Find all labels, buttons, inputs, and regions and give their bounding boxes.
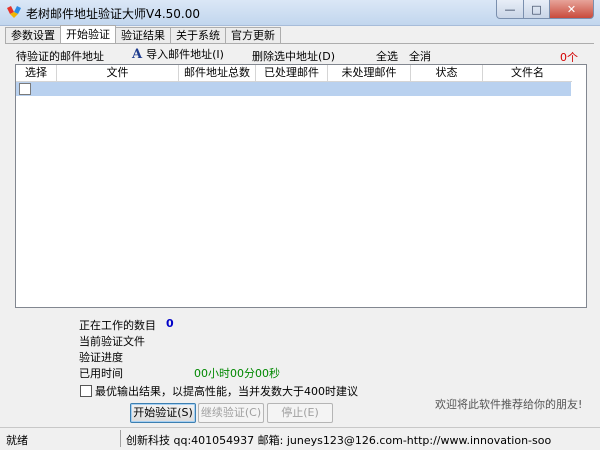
optimal-output-label[interactable]: 最优输出结果，以提高性能，当并发数大于400时建议 bbox=[95, 383, 358, 399]
import-icon: A bbox=[132, 46, 143, 62]
recommend-text: 欢迎将此软件推荐给你的朋友! bbox=[435, 398, 583, 411]
column-header-select[interactable]: 选择 bbox=[16, 65, 57, 81]
resume-verify-button[interactable]: 继续验证(C) bbox=[198, 403, 264, 423]
optimal-output-checkbox[interactable] bbox=[80, 385, 92, 397]
progress-label: 验证进度 bbox=[79, 351, 123, 364]
start-verify-button[interactable]: 开始验证(S) bbox=[130, 403, 196, 423]
window-title: 老树邮件地址验证大师V4.50.00 bbox=[26, 7, 201, 21]
tab-settings[interactable]: 参数设置 bbox=[5, 27, 61, 43]
table-row[interactable] bbox=[16, 82, 571, 96]
email-file-table[interactable]: 选择 文件 邮件地址总数 已处理邮件 未处理邮件 状态 文件名 bbox=[15, 64, 587, 308]
select-all-button[interactable]: 全选 bbox=[376, 48, 398, 64]
maximize-icon: □ bbox=[531, 2, 542, 16]
status-credit: 创新科技 qq:401054937 邮箱: juneys123@126.com-… bbox=[126, 434, 552, 447]
maximize-button[interactable]: □ bbox=[524, 0, 550, 19]
table-header: 选择 文件 邮件地址总数 已处理邮件 未处理邮件 状态 文件名 bbox=[16, 65, 572, 82]
title-bar[interactable]: 老树邮件地址验证大师V4.50.00 — □ ✕ bbox=[0, 0, 600, 26]
column-header-unprocessed[interactable]: 未处理邮件 bbox=[328, 65, 411, 81]
status-ready: 就绪 bbox=[6, 434, 28, 447]
row-checkbox[interactable] bbox=[19, 83, 31, 95]
main-window: 老树邮件地址验证大师V4.50.00 — □ ✕ 参数设置 开始验证 验证结果 … bbox=[0, 0, 600, 450]
column-header-filename[interactable]: 文件名 bbox=[483, 65, 572, 81]
status-separator bbox=[120, 430, 121, 447]
import-emails-button[interactable]: A 导入邮件地址(I) bbox=[132, 46, 224, 62]
column-header-status[interactable]: 状态 bbox=[411, 65, 483, 81]
elapsed-time-value: 00小时00分00秒 bbox=[194, 367, 280, 380]
tab-about[interactable]: 关于系统 bbox=[170, 27, 226, 43]
working-count-value: 0 bbox=[166, 317, 174, 330]
delete-selected-button[interactable]: 删除选中地址(D) bbox=[252, 48, 335, 64]
tab-results[interactable]: 验证结果 bbox=[115, 27, 171, 43]
column-header-file[interactable]: 文件 bbox=[57, 65, 179, 81]
current-file-label: 当前验证文件 bbox=[79, 335, 145, 348]
pending-emails-label: 待验证的邮件地址 bbox=[16, 50, 104, 63]
close-button[interactable]: ✕ bbox=[550, 0, 594, 19]
app-logo-icon bbox=[7, 6, 21, 18]
column-header-processed[interactable]: 已处理邮件 bbox=[256, 65, 328, 81]
tab-updates[interactable]: 官方更新 bbox=[225, 27, 281, 43]
close-icon: ✕ bbox=[566, 2, 577, 16]
import-emails-label: 导入邮件地址(I) bbox=[146, 48, 224, 61]
minimize-icon: — bbox=[504, 2, 516, 16]
email-count: 0个 bbox=[560, 51, 578, 64]
working-count-label: 正在工作的数目 bbox=[79, 319, 156, 332]
tab-strip: 参数设置 开始验证 验证结果 关于系统 官方更新 bbox=[5, 25, 281, 44]
column-header-total[interactable]: 邮件地址总数 bbox=[179, 65, 256, 81]
deselect-all-button[interactable]: 全消 bbox=[409, 48, 431, 64]
stop-button[interactable]: 停止(E) bbox=[267, 403, 333, 423]
status-bar: 就绪 创新科技 qq:401054937 邮箱: juneys123@126.c… bbox=[0, 427, 600, 450]
tab-start-verify[interactable]: 开始验证 bbox=[60, 25, 116, 43]
elapsed-time-label: 已用时间 bbox=[79, 367, 123, 380]
minimize-button[interactable]: — bbox=[496, 0, 524, 19]
